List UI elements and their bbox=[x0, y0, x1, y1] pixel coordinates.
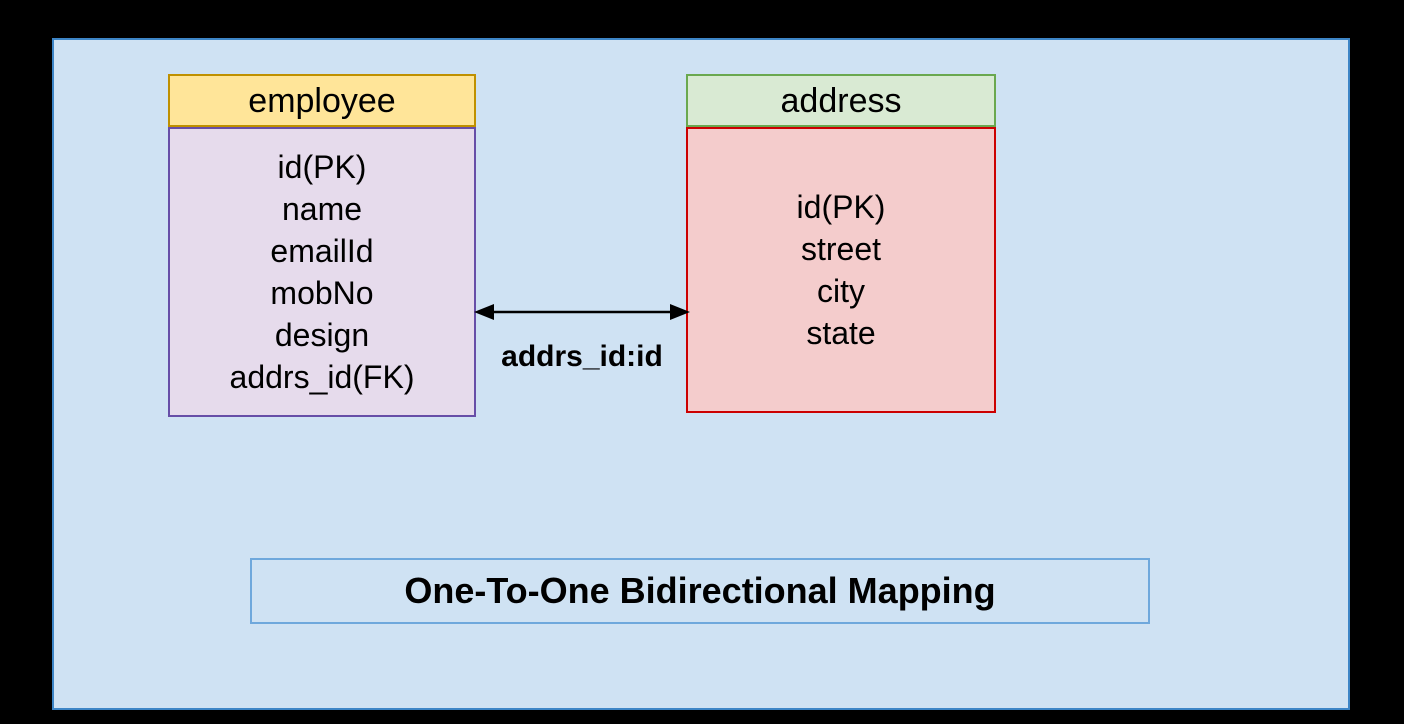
diagram-container: employee id(PK) name emailId mobNo desig… bbox=[52, 38, 1350, 710]
employee-field: mobNo bbox=[170, 273, 474, 313]
employee-body: id(PK) name emailId mobNo design addrs_i… bbox=[168, 127, 476, 417]
employee-field: design bbox=[170, 315, 474, 355]
employee-field: name bbox=[170, 189, 474, 229]
address-field: city bbox=[688, 271, 994, 311]
relationship-label: addrs_id:id bbox=[472, 340, 692, 374]
address-header: address bbox=[686, 74, 996, 127]
entity-address: address id(PK) street city state bbox=[686, 74, 996, 413]
bidirectional-arrow-icon bbox=[474, 292, 690, 332]
entity-employee: employee id(PK) name emailId mobNo desig… bbox=[168, 74, 476, 417]
employee-field: emailId bbox=[170, 231, 474, 271]
diagram-caption: One-To-One Bidirectional Mapping bbox=[250, 558, 1150, 624]
address-field: state bbox=[688, 313, 994, 353]
address-field: id(PK) bbox=[688, 187, 994, 227]
address-field: street bbox=[688, 229, 994, 269]
address-body: id(PK) street city state bbox=[686, 127, 996, 413]
employee-header: employee bbox=[168, 74, 476, 127]
employee-field: id(PK) bbox=[170, 147, 474, 187]
employee-field: addrs_id(FK) bbox=[170, 357, 474, 397]
